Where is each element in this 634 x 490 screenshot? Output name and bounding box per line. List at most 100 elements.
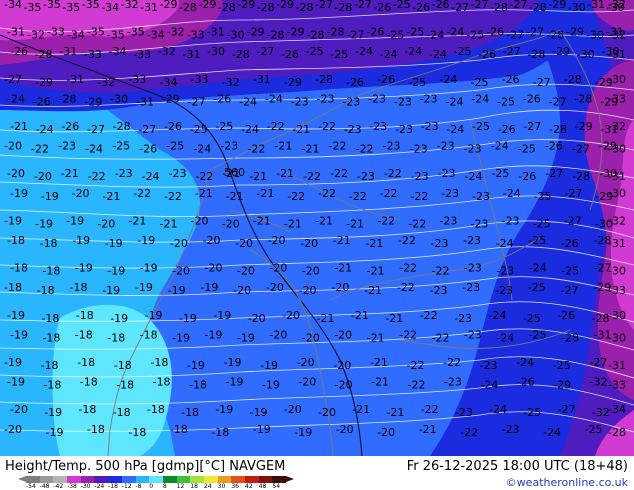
temperature-label: -21 bbox=[364, 284, 382, 297]
temperature-label: -20 bbox=[4, 140, 22, 153]
temperature-label: -25 bbox=[553, 359, 571, 372]
temperature-label: -22 bbox=[377, 214, 395, 227]
temperature-label: -23 bbox=[291, 95, 309, 108]
temperature-label: -28 bbox=[59, 92, 77, 105]
temperature-label: -20 bbox=[268, 234, 286, 247]
temperature-label: -32 bbox=[608, 120, 626, 133]
temperature-label: -18 bbox=[114, 359, 132, 372]
temperature-label: -30 bbox=[608, 143, 626, 156]
temperature-label: -34 bbox=[109, 45, 127, 58]
temperature-label: -22 bbox=[432, 331, 450, 344]
temperature-label: -31 bbox=[140, 1, 158, 14]
temperature-label: -23 bbox=[394, 95, 412, 108]
temperature-label: -23 bbox=[502, 423, 520, 436]
temperature-label: -20 bbox=[299, 284, 317, 297]
temperature-label: -24 bbox=[241, 123, 259, 136]
temperature-label: -19 bbox=[294, 426, 312, 439]
temperature-label: -24 bbox=[529, 262, 547, 275]
temperature-label: -27 bbox=[315, 0, 333, 11]
temperature-label: -26 bbox=[164, 120, 182, 133]
temperature-label: -21 bbox=[315, 214, 333, 227]
temperature-label: -33 bbox=[608, 379, 626, 392]
temperature-label: -22 bbox=[164, 190, 182, 203]
temperature-label: -20 bbox=[266, 281, 284, 294]
temperature-label: -19 bbox=[137, 234, 155, 247]
temperature-label: -24 bbox=[36, 123, 54, 136]
temperature-label: -26 bbox=[545, 140, 563, 153]
temperature-label: -20 bbox=[336, 423, 354, 436]
temperature-label: -18 bbox=[7, 234, 25, 247]
temperature-label: -26 bbox=[517, 376, 535, 389]
temperature-label: -23 bbox=[444, 376, 462, 389]
temperature-label: -20 bbox=[334, 328, 352, 341]
temperature-label: -22 bbox=[397, 281, 415, 294]
temperature-label: -20 bbox=[333, 359, 351, 372]
scale-swatch bbox=[94, 476, 109, 483]
temperature-label: -25 bbox=[491, 167, 509, 180]
temperature-label: -26 bbox=[346, 76, 364, 89]
temperature-label: -25 bbox=[528, 234, 546, 247]
temperature-label: -20 bbox=[191, 214, 209, 227]
temperature-label: -30 bbox=[110, 92, 128, 105]
temperature-label: -29 bbox=[237, 0, 255, 11]
temperature-label: -19 bbox=[72, 234, 90, 247]
temperature-label: -22 bbox=[303, 170, 321, 183]
temperature-label: -20 bbox=[237, 265, 255, 278]
temperature-label: -23 bbox=[317, 92, 335, 105]
temperature-label: -23 bbox=[411, 170, 429, 183]
temperature-label: -22 bbox=[421, 403, 439, 416]
temperature-label: -24 bbox=[489, 403, 507, 416]
temperature-label: -24 bbox=[355, 45, 373, 58]
temperature-label: -19 bbox=[205, 328, 223, 341]
temperature-label: -26 bbox=[523, 92, 541, 105]
temperature-label: -18 bbox=[42, 331, 60, 344]
temperature-label: -31 bbox=[608, 48, 626, 61]
temperature-label: -21 bbox=[226, 190, 244, 203]
temperature-label: -29 bbox=[160, 0, 178, 11]
temperature-label: -20 bbox=[205, 262, 223, 275]
scale-tick-label: 0 bbox=[149, 483, 154, 490]
temperature-label: -35 bbox=[23, 1, 41, 14]
scale-tick-label: 12 bbox=[176, 483, 185, 490]
temperature-label: -22 bbox=[195, 170, 213, 183]
scale-arrow-left bbox=[18, 476, 26, 482]
temperature-label: -27 bbox=[509, 0, 527, 11]
temperature-label: -24 bbox=[496, 331, 514, 344]
temperature-label: -23 bbox=[342, 95, 360, 108]
temperature-label: -19 bbox=[172, 331, 190, 344]
scale-swatch bbox=[121, 476, 136, 483]
credit-link[interactable]: ©weatheronline.co.uk bbox=[506, 476, 628, 489]
temperature-label: -26 bbox=[281, 48, 299, 61]
temperature-label: -27 bbox=[354, 0, 372, 11]
temperature-label: -21 bbox=[334, 262, 352, 275]
temperature-label: -20 bbox=[97, 217, 115, 230]
temperature-label: -27 bbox=[506, 29, 524, 42]
temperature-label: -25 bbox=[471, 76, 489, 89]
temperature-label: -26 bbox=[33, 95, 51, 108]
scale-swatch bbox=[39, 476, 54, 483]
temperature-label: -23 bbox=[430, 284, 448, 297]
temperature-label: -18 bbox=[76, 309, 94, 322]
temperature-label: -25 bbox=[533, 217, 551, 230]
temperature-label: -18 bbox=[107, 331, 125, 344]
temperature-label: -31 bbox=[59, 45, 77, 58]
temperature-label: -24 bbox=[265, 92, 283, 105]
temperature-label: -23 bbox=[454, 312, 472, 325]
temperature-label: -24 bbox=[480, 379, 498, 392]
temperature-label: -28 bbox=[232, 48, 250, 61]
scale-swatch bbox=[245, 476, 259, 483]
temperature-label: -30 bbox=[608, 309, 626, 322]
temperature-label: -26 bbox=[377, 73, 395, 86]
temperature-label: -21 bbox=[274, 140, 292, 153]
temperature-label: -18 bbox=[4, 281, 22, 294]
temperature-label: -28 bbox=[296, 1, 314, 14]
temperature-label: -19 bbox=[237, 331, 255, 344]
temperature-label: -23 bbox=[464, 143, 482, 156]
temperature-label: -22 bbox=[318, 187, 336, 200]
temperature-label: -23 bbox=[472, 190, 490, 203]
temperature-label: -33 bbox=[84, 48, 102, 61]
temperature-label: -19 bbox=[200, 281, 218, 294]
temperature-label: -24 bbox=[446, 26, 464, 39]
temperature-label: -30 bbox=[608, 73, 626, 86]
temperature-label: -21 bbox=[276, 167, 294, 180]
